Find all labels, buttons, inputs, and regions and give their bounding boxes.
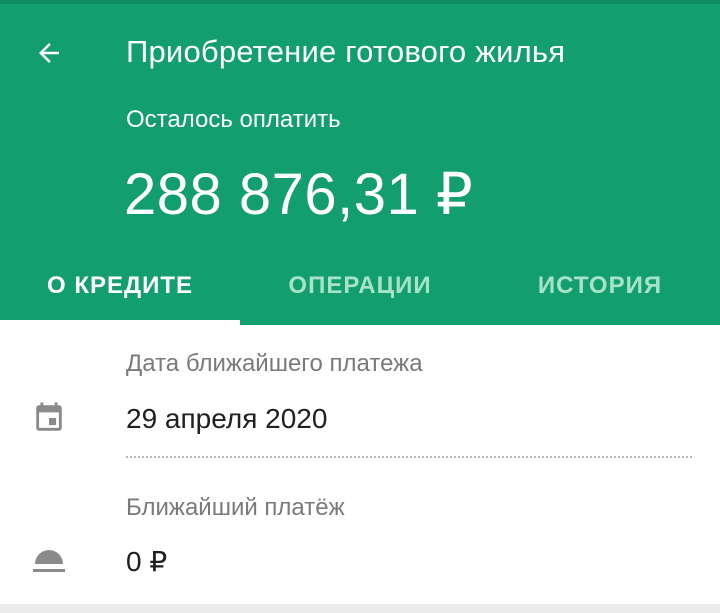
remaining-label: Осталось оплатить xyxy=(126,106,341,133)
tab-about-loan[interactable]: О КРЕДИТЕ xyxy=(0,250,240,322)
bottom-divider xyxy=(0,604,720,613)
remaining-amount: 288 876,31 ₽ xyxy=(124,162,474,227)
arrow-back-icon xyxy=(39,43,59,63)
tab-history[interactable]: ИСТОРИЯ xyxy=(480,250,720,322)
divider xyxy=(126,456,692,458)
next-payment-date-label: Дата ближайшего платежа xyxy=(126,350,423,377)
active-tab-indicator xyxy=(0,320,240,325)
loan-screen: Приобретение готового жилья Осталось опл… xyxy=(0,0,720,613)
back-button[interactable] xyxy=(26,30,72,76)
app-header: Приобретение готового жилья Осталось опл… xyxy=(0,0,720,325)
coins-icon xyxy=(33,550,65,572)
next-payment-value: 0 ₽ xyxy=(126,546,168,577)
page-title: Приобретение готового жилья xyxy=(126,34,566,69)
calendar-icon xyxy=(36,402,62,431)
next-payment-label: Ближайший платёж xyxy=(126,494,345,521)
tab-bar: О КРЕДИТЕ ОПЕРАЦИИ ИСТОРИЯ xyxy=(0,250,720,325)
status-strip xyxy=(0,0,720,4)
next-payment-date-value: 29 апреля 2020 xyxy=(126,403,328,434)
tab-operations[interactable]: ОПЕРАЦИИ xyxy=(240,250,480,322)
